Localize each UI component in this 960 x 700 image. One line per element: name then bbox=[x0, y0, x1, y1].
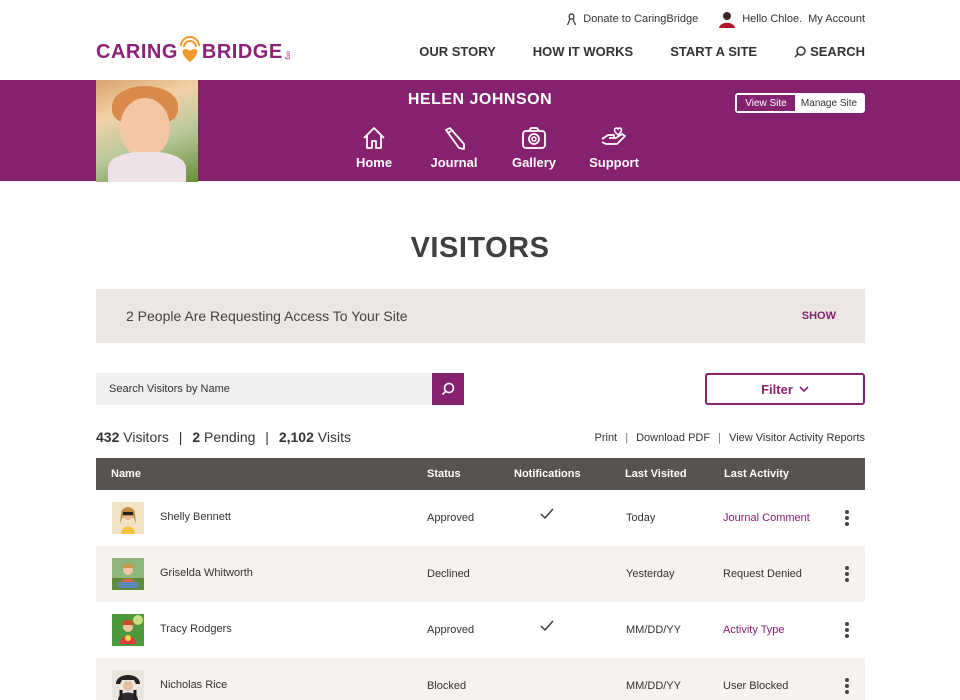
visitor-name[interactable]: Shelly Bennett bbox=[160, 511, 231, 523]
site-view-toggle: View Site Manage Site bbox=[735, 93, 865, 113]
ribbon-icon bbox=[567, 12, 577, 25]
table-row[interactable]: Shelly Bennett Approved Today Journal Co… bbox=[96, 490, 865, 546]
my-account-link[interactable]: My Account bbox=[808, 13, 865, 25]
visitor-search bbox=[96, 373, 464, 405]
more-options-icon[interactable] bbox=[845, 622, 849, 638]
search-icon bbox=[441, 382, 455, 396]
visitor-last-visited: MM/DD/YY bbox=[626, 624, 681, 636]
access-request-text: 2 People Are Requesting Access To Your S… bbox=[126, 308, 408, 324]
site-tab-journal[interactable]: Journal bbox=[414, 125, 494, 170]
visitor-name[interactable]: Tracy Rodgers bbox=[160, 623, 232, 635]
visitor-avatar bbox=[112, 558, 144, 590]
visitor-name[interactable]: Griselda Whitworth bbox=[160, 567, 253, 579]
visitor-summary: 432 Visitors | 2 Pending | 2,102 Visits bbox=[96, 429, 351, 445]
more-options-icon[interactable] bbox=[845, 510, 849, 526]
visitor-status: Approved bbox=[427, 624, 475, 636]
site-tab-label: Support bbox=[589, 155, 639, 170]
table-row[interactable]: Tracy Rodgers Approved MM/DD/YY Activity… bbox=[96, 602, 865, 658]
col-name[interactable]: Name bbox=[111, 468, 141, 480]
visitor-table-header: Name Status Notifications Last Visited L… bbox=[96, 458, 865, 490]
camera-icon bbox=[522, 127, 546, 149]
site-tab-support[interactable]: Support bbox=[574, 125, 654, 170]
link-separator: | bbox=[718, 432, 722, 444]
visitor-last-visited: Today bbox=[626, 512, 656, 524]
visitor-avatar bbox=[112, 502, 144, 534]
visits-count: 2,102 bbox=[278, 429, 314, 445]
search-input[interactable] bbox=[96, 373, 432, 405]
download-pdf-link[interactable]: Download PDF bbox=[636, 432, 710, 444]
visitor-last-visited: Yesterday bbox=[626, 568, 675, 580]
col-status[interactable]: Status bbox=[427, 468, 461, 480]
user-greeting: Hello Chloe. My Account bbox=[718, 10, 865, 28]
nav-search-label: SEARCH bbox=[810, 44, 865, 59]
search-icon bbox=[794, 45, 806, 58]
more-options-icon[interactable] bbox=[845, 678, 849, 694]
visitor-last-activity[interactable]: Activity Type bbox=[723, 624, 785, 636]
site-tab-label: Home bbox=[355, 155, 393, 170]
site-tab-label: Gallery bbox=[511, 155, 557, 170]
visitor-avatar bbox=[112, 670, 144, 700]
summary-separator: | bbox=[178, 429, 183, 445]
heart-logo-icon bbox=[179, 36, 201, 64]
home-icon bbox=[363, 127, 385, 149]
visitors-label: Visitors bbox=[123, 429, 169, 445]
site-tab-label: Journal bbox=[430, 155, 478, 170]
visitor-name[interactable]: Nicholas Rice bbox=[160, 679, 227, 691]
print-link[interactable]: Print bbox=[595, 432, 618, 444]
more-options-icon[interactable] bbox=[845, 566, 849, 582]
nav-search[interactable]: SEARCH bbox=[794, 44, 865, 59]
chevron-down-icon bbox=[799, 386, 809, 392]
site-nav: Home Journal Gallery Support bbox=[334, 125, 654, 170]
visitor-status: Approved bbox=[427, 512, 475, 524]
utility-bar: Donate to CaringBridge Hello Chloe. My A… bbox=[566, 10, 865, 28]
nav-how-it-works[interactable]: HOW IT WORKS bbox=[533, 44, 633, 59]
site-tab-home[interactable]: Home bbox=[334, 125, 414, 170]
visits-label: Visits bbox=[317, 429, 351, 445]
table-row[interactable]: Nicholas Rice Blocked MM/DD/YY User Bloc… bbox=[96, 658, 865, 700]
donate-label: Donate to CaringBridge bbox=[583, 13, 699, 25]
caringbridge-logo[interactable]: CARING BRIDGE org bbox=[96, 32, 291, 64]
col-notifications[interactable]: Notifications bbox=[514, 468, 581, 480]
hello-text: Hello Chloe. bbox=[742, 13, 803, 25]
activity-reports-link[interactable]: View Visitor Activity Reports bbox=[729, 432, 865, 444]
logo-org: org bbox=[284, 51, 291, 60]
nav-our-story[interactable]: OUR STORY bbox=[419, 44, 496, 59]
search-button[interactable] bbox=[432, 373, 464, 405]
donate-link[interactable]: Donate to CaringBridge bbox=[566, 12, 699, 26]
logo-bridge: BRIDGE bbox=[201, 41, 283, 63]
main-nav: OUR STORY HOW IT WORKS START A SITE SEAR… bbox=[382, 44, 865, 59]
nav-start-a-site[interactable]: START A SITE bbox=[670, 44, 757, 59]
report-links: Print | Download PDF | View Visitor Acti… bbox=[595, 432, 866, 444]
visitor-status: Declined bbox=[427, 568, 470, 580]
visitor-status: Blocked bbox=[427, 680, 467, 692]
col-last-visited[interactable]: Last Visited bbox=[625, 468, 687, 480]
show-requests-button[interactable]: SHOW bbox=[802, 310, 836, 322]
site-tab-gallery[interactable]: Gallery bbox=[494, 125, 574, 170]
col-last-activity[interactable]: Last Activity bbox=[724, 468, 789, 480]
access-request-banner: 2 People Are Requesting Access To Your S… bbox=[96, 289, 865, 343]
view-site-button[interactable]: View Site bbox=[737, 95, 795, 111]
visitor-last-activity: User Blocked bbox=[723, 680, 789, 692]
visitor-avatar bbox=[112, 614, 144, 646]
pencil-icon bbox=[445, 127, 465, 150]
visitor-last-activity[interactable]: Journal Comment bbox=[723, 512, 810, 524]
pending-label: Pending bbox=[204, 429, 256, 445]
table-row[interactable]: Griselda Whitworth Declined Yesterday Re… bbox=[96, 546, 865, 602]
visitors-count: 432 bbox=[96, 429, 120, 445]
manage-site-button[interactable]: Manage Site bbox=[795, 95, 863, 111]
filter-label: Filter bbox=[761, 381, 793, 397]
helping-hand-icon bbox=[601, 127, 626, 145]
visitor-last-visited: MM/DD/YY bbox=[626, 680, 681, 692]
checkmark-icon bbox=[540, 620, 554, 635]
summary-separator: | bbox=[265, 429, 269, 445]
page-title: VISITORS bbox=[410, 232, 550, 264]
link-separator: | bbox=[625, 432, 629, 444]
pending-count: 2 bbox=[192, 429, 201, 445]
filter-button[interactable]: Filter bbox=[705, 373, 865, 405]
logo-caring: CARING bbox=[96, 41, 178, 63]
avatar bbox=[719, 12, 736, 28]
visitor-last-activity: Request Denied bbox=[723, 568, 802, 580]
checkmark-icon bbox=[540, 508, 554, 523]
